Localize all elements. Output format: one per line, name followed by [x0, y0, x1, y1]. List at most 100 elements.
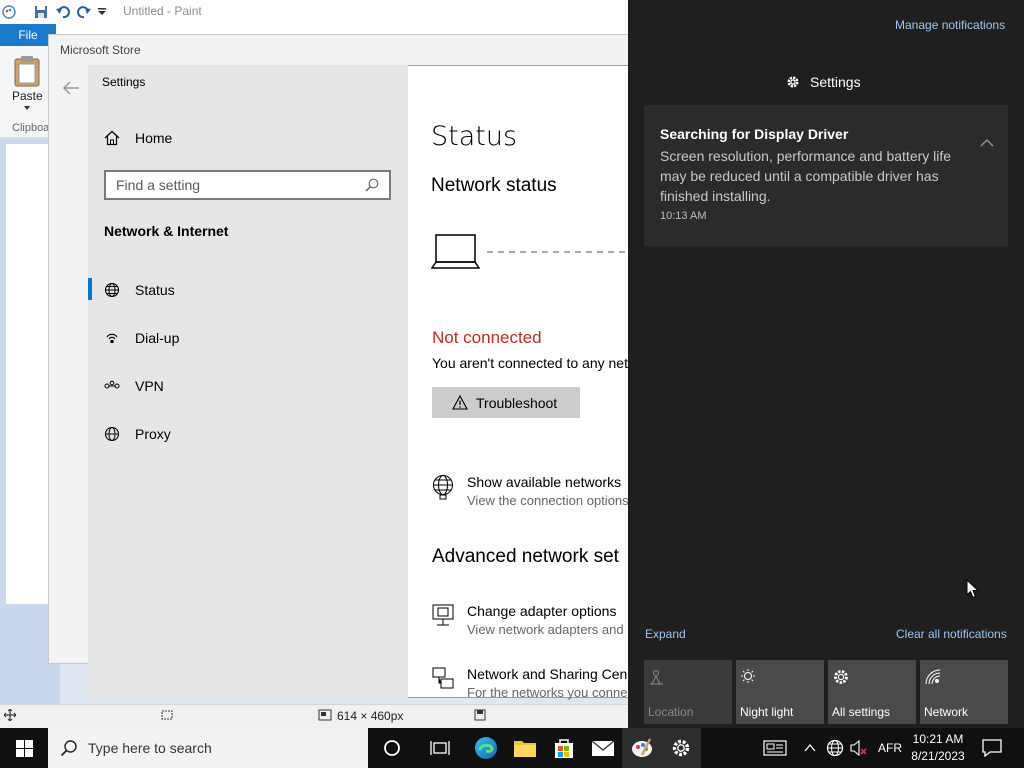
home-icon: [104, 130, 120, 146]
cursor-position-icon: [4, 709, 16, 721]
expand-link[interactable]: Expand: [645, 627, 686, 641]
start-button[interactable]: [0, 728, 48, 768]
warning-icon: [452, 395, 468, 410]
clear-all-notifications-link[interactable]: Clear all notifications: [896, 627, 1007, 641]
vpn-icon: [104, 378, 120, 394]
globe-icon: [104, 426, 120, 442]
sidebar-item-label: Status: [135, 282, 175, 298]
globe-status-icon: [104, 282, 120, 298]
sidebar-item-label: Proxy: [135, 426, 171, 442]
task-view-button[interactable]: [420, 728, 460, 768]
save-icon[interactable]: [34, 5, 48, 19]
folder-icon: [513, 738, 537, 758]
undo-icon[interactable]: [55, 4, 71, 20]
nav-home[interactable]: Home: [104, 128, 172, 148]
dialup-icon: [104, 330, 120, 346]
selection-size-icon: [160, 709, 174, 721]
search-input[interactable]: [116, 177, 356, 193]
task-view-icon: [430, 739, 450, 757]
sharing-center-icon: [431, 666, 455, 700]
back-arrow-icon[interactable]: [62, 80, 80, 96]
news-widget-icon[interactable]: [763, 740, 787, 756]
paste-icon[interactable]: [13, 55, 41, 87]
link-desc: View the connection options: [467, 493, 628, 508]
taskbar-paint[interactable]: [622, 728, 662, 768]
windows-logo-icon: [15, 739, 33, 757]
notification-title: Searching for Display Driver: [660, 126, 849, 142]
nav-active-indicator: [88, 278, 92, 300]
network-globe-tray-icon[interactable]: [826, 739, 844, 757]
taskbar-edge[interactable]: [466, 728, 506, 768]
show-hidden-icons-chevron-icon[interactable]: [804, 743, 816, 753]
nav-home-label: Home: [135, 130, 173, 146]
location-icon: [648, 668, 666, 686]
network-status-heading: Network status: [431, 175, 557, 196]
paint-window-title: Untitled - Paint: [123, 4, 202, 18]
notification-time: 10:13 AM: [660, 210, 707, 222]
connection-status: Not connected: [432, 328, 542, 347]
taskbar-search-placeholder: Type here to search: [88, 740, 212, 756]
store-bag-icon: [553, 737, 575, 759]
troubleshoot-label: Troubleshoot: [476, 394, 558, 411]
sidebar-item-proxy[interactable]: Proxy: [104, 423, 171, 445]
connection-status-desc: You aren't connected to any net: [432, 355, 628, 371]
find-setting-search[interactable]: [104, 170, 391, 200]
paint-palette-icon: [630, 737, 654, 759]
nav-section-title: Network & Internet: [104, 223, 229, 239]
gear-icon: [832, 668, 850, 686]
link-desc: For the networks you conne: [467, 685, 628, 700]
laptop-icon: [431, 234, 481, 269]
sidebar-item-label: Dial-up: [135, 330, 180, 346]
gear-icon: [670, 737, 692, 759]
quick-action-network[interactable]: Network: [920, 660, 1008, 724]
search-icon[interactable]: [365, 178, 379, 192]
canvas-dimensions: 614 × 460px: [337, 709, 404, 723]
canvas-size-icon: [318, 709, 332, 721]
store-window-title: Microsoft Store: [60, 43, 141, 57]
network-icon: [924, 668, 942, 686]
taskbar-file-explorer[interactable]: [505, 728, 545, 768]
action-center-notification-icon[interactable]: [982, 739, 1002, 757]
link-desc: View network adapters and: [467, 622, 624, 637]
taskbar-search-box[interactable]: Type here to search: [48, 728, 368, 768]
notification-body: Screen resolution, performance and batte…: [660, 148, 952, 204]
edge-browser-icon: [474, 736, 498, 760]
manage-notifications-link[interactable]: Manage notifications: [895, 18, 1005, 32]
quick-action-location[interactable]: Location: [644, 660, 732, 724]
settings-window-title: Settings: [102, 75, 146, 89]
redo-icon[interactable]: [76, 4, 92, 20]
notification-group-header[interactable]: Settings: [786, 74, 861, 90]
quick-action-night-light[interactable]: Night light: [736, 660, 824, 724]
taskbar-mail[interactable]: [583, 728, 623, 768]
quick-action-label: Location: [648, 705, 694, 719]
taskbar-clock[interactable]: 10:21 AM 8/21/2023: [906, 731, 970, 765]
cortana-icon: [383, 739, 401, 757]
clock-date: 8/21/2023: [911, 749, 965, 763]
troubleshoot-button[interactable]: Troubleshoot: [432, 387, 580, 418]
taskbar-store[interactable]: [544, 728, 584, 768]
quick-access-dropdown-icon[interactable]: [98, 8, 106, 16]
volume-muted-icon[interactable]: [850, 740, 868, 756]
mail-icon: [591, 739, 615, 757]
sidebar-item-dialup[interactable]: Dial-up: [104, 327, 179, 349]
network-diagram: [431, 232, 628, 272]
taskbar-settings[interactable]: [661, 728, 701, 768]
quick-action-label: All settings: [832, 705, 891, 719]
sidebar-item-status[interactable]: Status: [104, 279, 175, 301]
adapter-icon: [431, 603, 455, 637]
sharing-center-link[interactable]: Network and Sharing Cen For the networks…: [431, 666, 628, 700]
clipboard-group-label: Clipboa: [12, 122, 50, 134]
clock-time: 10:21 AM: [912, 732, 964, 746]
change-adapter-link[interactable]: Change adapter options View network adap…: [431, 603, 628, 637]
advanced-network-heading: Advanced network set: [432, 546, 619, 567]
link-title: Network and Sharing Cen: [467, 666, 628, 682]
quick-action-all-settings[interactable]: All settings: [828, 660, 916, 724]
show-networks-link[interactable]: Show available networks View the connect…: [431, 474, 628, 508]
sidebar-item-vpn[interactable]: VPN: [104, 375, 164, 397]
paste-dropdown-icon[interactable]: [24, 106, 30, 110]
input-language-indicator[interactable]: AFR: [878, 741, 902, 755]
chevron-up-icon[interactable]: [980, 138, 994, 148]
file-size-icon: [474, 709, 486, 721]
cortana-button[interactable]: [372, 728, 412, 768]
paste-button[interactable]: Paste: [12, 89, 43, 103]
